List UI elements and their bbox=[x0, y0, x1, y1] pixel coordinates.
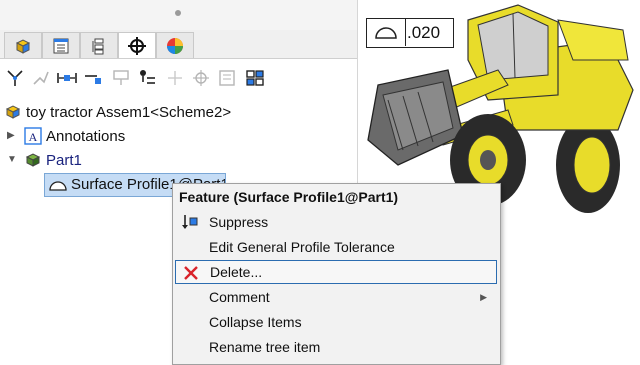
datum-button[interactable] bbox=[136, 67, 158, 89]
menu-item-label: Edit General Profile Tolerance bbox=[209, 239, 395, 255]
tolerance-status-icon bbox=[219, 70, 235, 86]
tab-configuration-manager[interactable] bbox=[80, 32, 118, 58]
dimxpert-toolbar bbox=[0, 60, 357, 96]
annotations-label: Annotations bbox=[46, 127, 126, 145]
menu-item-label: Comment bbox=[209, 289, 270, 305]
copy-scheme-button[interactable] bbox=[244, 67, 266, 89]
show-tolerance-status-button[interactable] bbox=[216, 67, 238, 89]
tree-item-part1[interactable]: Part1 bbox=[24, 149, 82, 171]
config-tab-icon bbox=[92, 38, 104, 54]
menu-item-comment[interactable]: Comment ▶ bbox=[175, 285, 497, 309]
surface-profile-tolerance-callout[interactable]: .020 bbox=[366, 18, 454, 48]
copy-scheme-icon bbox=[246, 70, 264, 86]
context-menu-header: Feature (Surface Profile1@Part1) bbox=[179, 189, 399, 205]
svg-text:A: A bbox=[29, 130, 38, 144]
geometric-tolerance-button[interactable] bbox=[164, 67, 186, 89]
size-dimension-button[interactable] bbox=[82, 67, 104, 89]
submenu-arrow-icon: ▶ bbox=[480, 291, 487, 302]
context-menu: Feature (Surface Profile1@Part1) Suppres… bbox=[172, 183, 501, 365]
menu-item-edit-general-profile-tolerance[interactable]: Edit General Profile Tolerance bbox=[175, 235, 497, 259]
auto-dimension-icon bbox=[7, 70, 23, 86]
part-tab-icon bbox=[15, 38, 31, 54]
tab-display-manager[interactable] bbox=[156, 32, 194, 58]
surface-profile-symbol-icon bbox=[367, 19, 406, 46]
delete-icon bbox=[184, 266, 198, 280]
panel-grip-icon[interactable] bbox=[175, 10, 181, 16]
panel-header bbox=[0, 0, 357, 30]
location-dimension-icon bbox=[57, 73, 77, 83]
menu-item-label: Delete... bbox=[210, 264, 263, 280]
auto-dimension-scheme-button[interactable] bbox=[4, 67, 26, 89]
basic-dimension-icon bbox=[113, 70, 129, 85]
tab-dimxpert-manager[interactable] bbox=[118, 32, 156, 58]
menu-item-label: Collapse Items bbox=[209, 314, 302, 330]
assembly-label: toy tractor Assem1<Scheme2> bbox=[26, 103, 232, 121]
datum-icon bbox=[140, 70, 155, 84]
auto-pair-tolerance-button[interactable] bbox=[30, 67, 52, 89]
annotations-icon: A bbox=[24, 127, 42, 145]
menu-item-collapse-items[interactable]: Collapse Items bbox=[175, 310, 497, 334]
pattern-feature-button[interactable] bbox=[190, 67, 212, 89]
part-label: Part1 bbox=[46, 151, 82, 169]
tolerance-value: .020 bbox=[407, 23, 441, 42]
menu-item-label: Suppress bbox=[209, 214, 269, 230]
manager-tabbar bbox=[0, 30, 357, 59]
assembly-icon bbox=[5, 105, 21, 119]
collapse-part-icon[interactable]: ▼ bbox=[7, 154, 17, 165]
display-tab-icon bbox=[167, 37, 183, 54]
auto-pair-icon bbox=[33, 71, 49, 85]
surface-profile-icon bbox=[49, 181, 67, 191]
menu-item-delete[interactable]: Delete... bbox=[175, 260, 497, 284]
dimxpert-tab-icon bbox=[128, 36, 146, 55]
expand-annotations-icon[interactable]: ▶ bbox=[7, 130, 15, 141]
menu-item-rename-tree-item[interactable]: Rename tree item bbox=[175, 335, 497, 359]
part-icon bbox=[25, 153, 41, 167]
pattern-feature-icon bbox=[193, 70, 209, 86]
geometric-tolerance-icon bbox=[168, 71, 182, 85]
location-dimension-button[interactable] bbox=[56, 67, 78, 89]
menu-item-suppress[interactable]: Suppress bbox=[175, 210, 497, 234]
suppress-icon bbox=[182, 215, 198, 229]
tree-item-assembly[interactable]: toy tractor Assem1<Scheme2> bbox=[4, 101, 231, 123]
property-tab-icon bbox=[53, 38, 69, 53]
basic-location-dimension-button[interactable] bbox=[110, 67, 132, 89]
tab-property-manager[interactable] bbox=[42, 32, 80, 58]
tab-feature-manager[interactable] bbox=[4, 32, 42, 58]
menu-item-label: Rename tree item bbox=[209, 339, 321, 355]
size-dimension-icon bbox=[85, 75, 101, 84]
tree-item-annotations[interactable]: A Annotations bbox=[24, 125, 125, 147]
